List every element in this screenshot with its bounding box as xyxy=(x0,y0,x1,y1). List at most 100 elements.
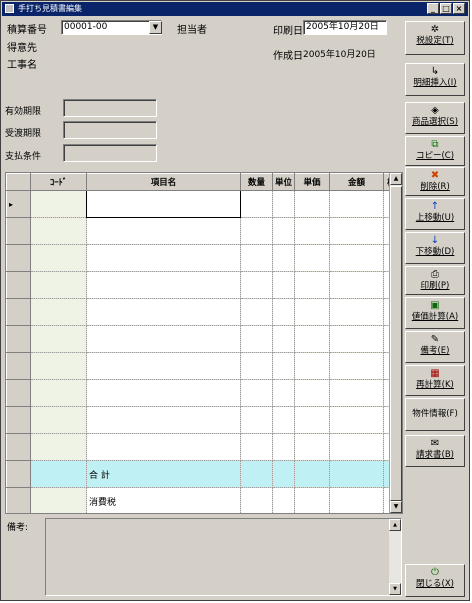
close-window-button[interactable]: × xyxy=(453,3,465,14)
cell-code[interactable] xyxy=(30,298,87,326)
memo-scroll-up[interactable]: ▲ xyxy=(389,519,401,531)
cell-amount[interactable] xyxy=(329,298,385,326)
cell-price[interactable] xyxy=(294,406,331,434)
invoice-button[interactable]: ✉ 請求書(B) xyxy=(405,435,465,467)
table-row[interactable]: 1 xyxy=(6,379,401,407)
move-down-button[interactable]: ↓ 下移動(D) xyxy=(405,232,465,264)
cell-item[interactable] xyxy=(86,298,241,326)
row-header[interactable] xyxy=(6,325,31,353)
cell-unit[interactable] xyxy=(271,217,296,245)
product-button[interactable]: ◈ 商品選択(S) xyxy=(405,102,465,134)
cell-price[interactable] xyxy=(294,433,331,461)
note-button[interactable]: ✎ 備考(E) xyxy=(405,331,465,363)
minimize-button[interactable]: _ xyxy=(427,3,439,14)
cell-code[interactable] xyxy=(30,379,87,407)
cell-amount[interactable] xyxy=(329,433,385,461)
scroll-thumb[interactable] xyxy=(390,186,402,501)
print-date-field[interactable]: 2005年10月20日 xyxy=(303,20,387,35)
info-button[interactable]: 物件情報(F) xyxy=(405,398,465,431)
cell-code[interactable] xyxy=(30,190,87,218)
close-button[interactable]: ⏻ 閉じる(X) xyxy=(405,564,465,597)
cell-amount[interactable] xyxy=(329,271,385,299)
copy-button[interactable]: ⧉ コピー(C) xyxy=(405,136,465,166)
cell-qty[interactable] xyxy=(240,217,273,245)
delivery-field[interactable] xyxy=(63,121,157,139)
validity-field[interactable] xyxy=(63,99,157,117)
cell-price[interactable] xyxy=(294,190,331,218)
cell-item[interactable] xyxy=(86,379,241,407)
cell-qty[interactable] xyxy=(240,298,273,326)
cell-qty[interactable] xyxy=(240,379,273,407)
cell-item[interactable] xyxy=(86,352,241,380)
recalc-button[interactable]: ▦ 再計算(K) xyxy=(405,365,465,396)
cell-qty[interactable] xyxy=(240,190,273,218)
table-row[interactable]: 1 xyxy=(6,325,401,353)
cell-qty[interactable] xyxy=(240,244,273,272)
cell-amount[interactable] xyxy=(329,217,385,245)
row-header[interactable] xyxy=(6,433,31,461)
row-header[interactable]: ▸ xyxy=(6,190,31,218)
cell-unit[interactable] xyxy=(271,244,296,272)
table-row[interactable]: 1 xyxy=(6,433,401,461)
table-row[interactable]: 1 xyxy=(6,352,401,380)
scroll-down-arrow[interactable]: ▼ xyxy=(390,501,402,513)
cell-price[interactable] xyxy=(294,325,331,353)
cell-item[interactable] xyxy=(86,325,241,353)
cell-qty[interactable] xyxy=(240,352,273,380)
cell-amount[interactable] xyxy=(329,325,385,353)
cell-price[interactable] xyxy=(294,352,331,380)
number-dropdown-button[interactable]: ▼ xyxy=(149,21,162,34)
cell-code[interactable] xyxy=(30,352,87,380)
cell-amount[interactable] xyxy=(329,406,385,434)
row-header[interactable] xyxy=(6,217,31,245)
cell-amount[interactable] xyxy=(329,379,385,407)
cell-item[interactable] xyxy=(86,406,241,434)
cell-unit[interactable] xyxy=(271,298,296,326)
cell-code[interactable] xyxy=(30,244,87,272)
col-header-price[interactable]: 単価 xyxy=(294,173,331,191)
col-header-unit[interactable]: 単位 xyxy=(271,173,296,191)
table-row[interactable]: ▸1 xyxy=(6,190,401,218)
maximize-button[interactable]: □ xyxy=(440,3,452,14)
table-row[interactable]: 1 xyxy=(6,298,401,326)
col-header-code[interactable]: ｺｰﾄﾞ xyxy=(30,173,87,191)
delete-button[interactable]: ✖ 削除(R) xyxy=(405,167,465,196)
cell-qty[interactable] xyxy=(240,433,273,461)
insert-button[interactable]: ↳ 明細挿入(I) xyxy=(405,63,465,96)
scroll-up-arrow[interactable]: ▲ xyxy=(390,173,402,185)
cell-qty[interactable] xyxy=(240,325,273,353)
cell-unit[interactable] xyxy=(271,406,296,434)
row-header[interactable] xyxy=(6,379,31,407)
memo-scrollbar[interactable]: ▲ ▼ xyxy=(389,519,401,595)
cell-code[interactable] xyxy=(30,433,87,461)
print-button[interactable]: ⎙ 印刷(P) xyxy=(405,266,465,295)
cell-item[interactable] xyxy=(86,271,241,299)
row-header[interactable] xyxy=(6,244,31,272)
cell-code[interactable] xyxy=(30,325,87,353)
cell-unit[interactable] xyxy=(271,433,296,461)
row-header[interactable] xyxy=(6,487,31,513)
col-header-amount[interactable]: 金額 xyxy=(329,173,385,191)
row-header[interactable] xyxy=(6,460,31,488)
table-row[interactable]: 1 xyxy=(6,406,401,434)
memo-scroll-down[interactable]: ▼ xyxy=(389,583,401,595)
cell-code[interactable] xyxy=(30,406,87,434)
cell-price[interactable] xyxy=(294,379,331,407)
table-row[interactable]: 1 xyxy=(6,217,401,245)
cell-amount[interactable] xyxy=(329,244,385,272)
cell-item[interactable] xyxy=(86,217,241,245)
cell-price[interactable] xyxy=(294,271,331,299)
cell-item[interactable] xyxy=(86,190,241,218)
cell-qty[interactable] xyxy=(240,406,273,434)
cell-code[interactable] xyxy=(30,271,87,299)
grid-scrollbar[interactable]: ▲ ▼ xyxy=(389,173,402,513)
cell-amount[interactable] xyxy=(329,352,385,380)
col-header-qty[interactable]: 数量 xyxy=(240,173,273,191)
cell-qty[interactable] xyxy=(240,271,273,299)
col-header-item[interactable]: 項目名 xyxy=(86,173,241,191)
memo-textarea[interactable]: ▲ ▼ xyxy=(45,518,402,596)
settings-button[interactable]: ✲ 税設定(T) xyxy=(405,21,465,55)
cell-unit[interactable] xyxy=(271,271,296,299)
cell-unit[interactable] xyxy=(271,325,296,353)
cell-price[interactable] xyxy=(294,217,331,245)
